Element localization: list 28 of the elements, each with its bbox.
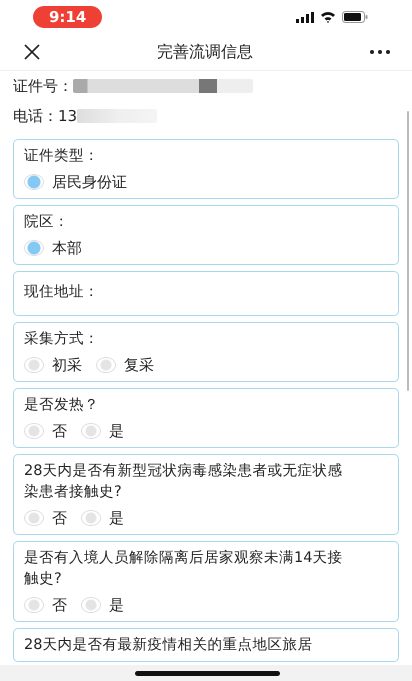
wifi-icon: [320, 11, 336, 23]
radio-option[interactable]: 否: [24, 507, 67, 529]
question-label: 是否发热？: [24, 396, 100, 415]
more-icon[interactable]: [370, 50, 390, 54]
radio-option[interactable]: 本部: [24, 237, 82, 259]
page-title: 完善流调信息: [157, 42, 253, 62]
close-icon[interactable]: [24, 44, 40, 60]
radio-option[interactable]: 复采: [96, 354, 154, 376]
question-label: 28天内是否有新型冠状病毒感染患者或无症状感染患者接触史?: [24, 462, 344, 502]
radio-option[interactable]: 否: [24, 594, 67, 616]
info-label: 证件号：: [13, 76, 73, 96]
question-label: 28天内是否有最新疫情相关的重点地区旅居: [24, 636, 314, 655]
question-label: 采集方式：: [24, 330, 100, 349]
question-label: 是否有入境人员解除隔离后居家观察未满14天接触史?: [24, 548, 344, 589]
battery-icon: [342, 11, 368, 23]
info-value: 13: [58, 107, 78, 125]
status-time: 9:14: [33, 6, 102, 28]
radio-option[interactable]: 是: [81, 420, 124, 442]
radio-option[interactable]: 是: [81, 507, 124, 529]
question-label: 证件类型：: [24, 147, 100, 166]
signal-icon: [296, 12, 314, 22]
radio-option[interactable]: 居民身份证: [24, 171, 127, 193]
radio-option[interactable]: 否: [24, 420, 67, 442]
question-label: 院区：: [24, 213, 70, 232]
question-label: 现住地址：: [24, 283, 100, 302]
radio-option[interactable]: 初采: [24, 354, 82, 376]
radio-option[interactable]: 是: [81, 594, 124, 616]
info-label: 电话：: [13, 106, 58, 126]
